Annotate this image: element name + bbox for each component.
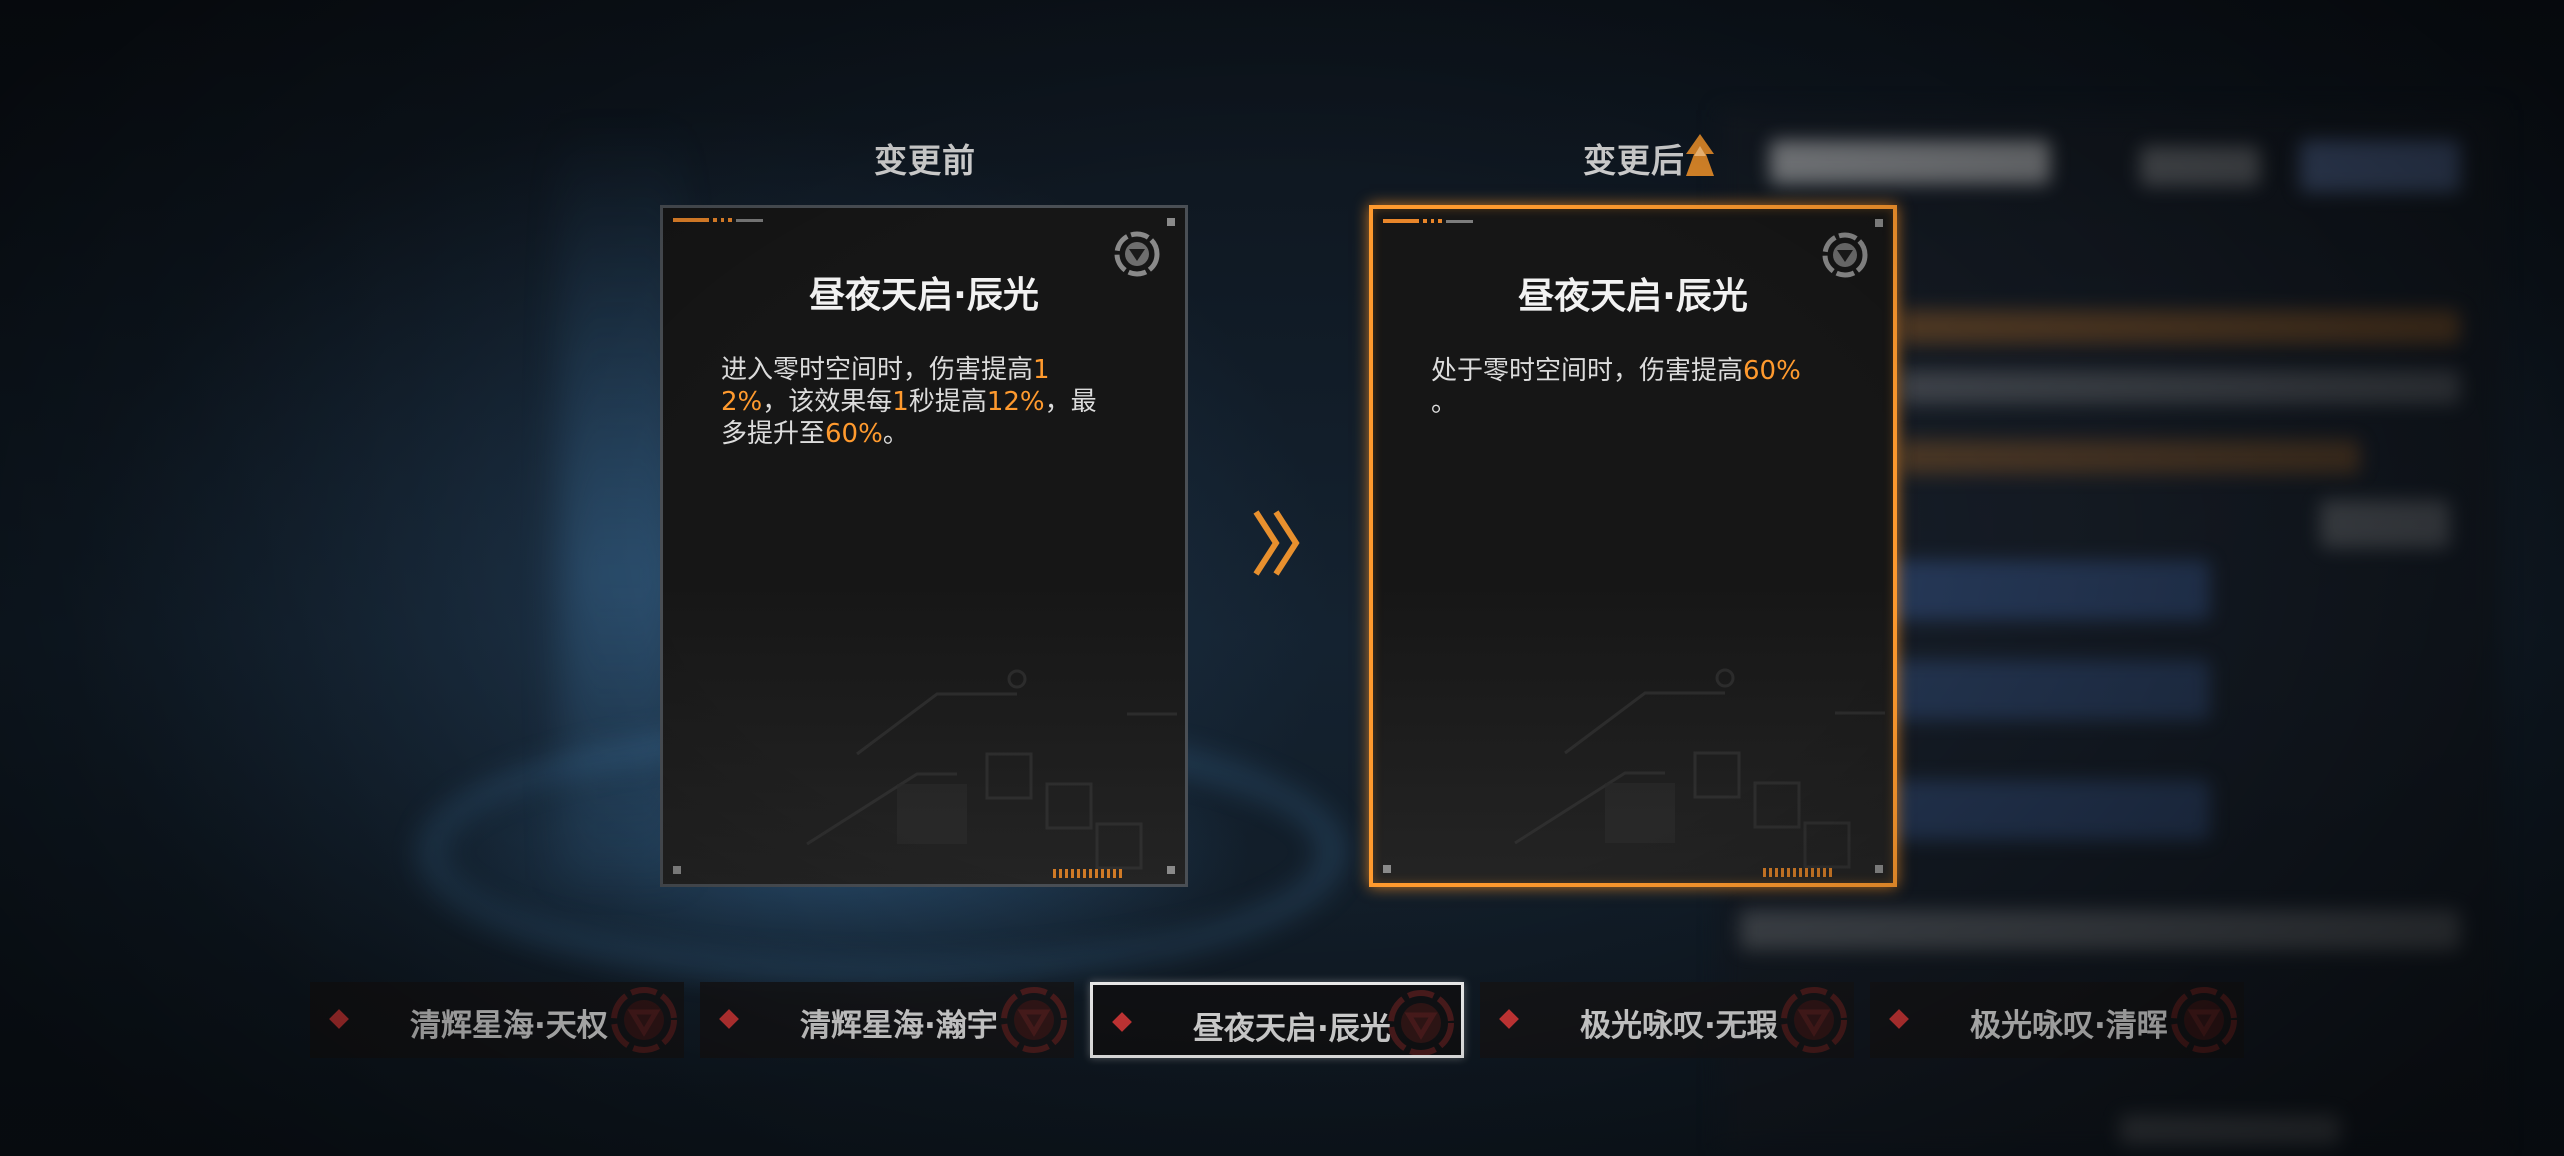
card-ticks xyxy=(1053,869,1122,878)
red-diamond-icon xyxy=(1889,1009,1909,1029)
triangle-gear-emblem-icon xyxy=(1388,990,1454,1055)
tab-label: 昼夜天启·辰光 xyxy=(1193,1011,1391,1047)
card-description: 处于零时空间时，伤害提高60%。 xyxy=(1431,356,1801,418)
card-name: 昼夜天启·辰光 xyxy=(1518,276,1748,317)
circuit-pattern xyxy=(806,669,1177,870)
blurred-element xyxy=(2320,500,2450,548)
red-diamond-icon xyxy=(329,1009,349,1029)
after-title: 变更后 xyxy=(1583,141,1685,180)
card-decoration xyxy=(1383,219,1473,223)
tab-jiguang-qinghui[interactable]: 极光咏叹·清晖 xyxy=(1870,982,2244,1058)
tab-label: 极光咏叹·清晖 xyxy=(1970,1008,2168,1044)
tab-qinghui-tianquan[interactable]: 清辉星海·天权 xyxy=(310,982,684,1058)
blurred-element xyxy=(2140,146,2260,186)
before-title: 变更前 xyxy=(874,141,976,180)
after-card: 昼夜天启·辰光 处于零时空间时，伤害提高60%。 xyxy=(1369,205,1897,887)
double-chevron-right-icon xyxy=(1253,510,1300,576)
card-decoration xyxy=(673,218,763,222)
blurred-element xyxy=(1900,440,2360,474)
screen: 变更前 变更后 昼夜天启·辰光 进入零时空间时，伤害提高12%，该效果每1秒提高… xyxy=(0,0,2564,1156)
chip-selector: 清辉星海·天权 清辉星海·瀚宇 昼夜天启·辰光 极光咏叹·无瑕 极光咏叹·清晖 xyxy=(310,982,2244,1058)
red-diamond-icon xyxy=(719,1009,739,1029)
triangle-gear-emblem-icon xyxy=(1781,987,1847,1053)
blurred-element xyxy=(1740,910,2460,950)
corner-marker xyxy=(1167,218,1175,226)
tab-label: 清辉星海·天权 xyxy=(410,1008,608,1044)
red-diamond-icon xyxy=(1499,1009,1519,1029)
before-card: 昼夜天启·辰光 进入零时空间时，伤害提高12%，该效果每1秒提高12%，最多提升… xyxy=(660,205,1188,887)
triangle-gear-emblem-icon xyxy=(2171,987,2237,1053)
blurred-element xyxy=(1900,370,2460,404)
blurred-element xyxy=(1770,140,2050,184)
blurred-element xyxy=(2300,140,2460,192)
blurred-element xyxy=(1900,310,2460,344)
card-description: 进入零时空间时，伤害提高12%，该效果每1秒提高12%，最多提升至60%。 xyxy=(721,355,1097,449)
tab-qinghui-hanyu[interactable]: 清辉星海·瀚宇 xyxy=(700,982,1074,1058)
triangle-gear-emblem-icon xyxy=(1001,987,1067,1053)
up-arrow-badge-icon xyxy=(1686,134,1714,176)
tab-zhouye-chenguang[interactable]: 昼夜天启·辰光 xyxy=(1090,982,1464,1058)
card-ticks xyxy=(1763,868,1832,877)
tab-label: 清辉星海·瀚宇 xyxy=(800,1008,998,1044)
tab-label: 极光咏叹·无瑕 xyxy=(1580,1008,1778,1044)
tab-jiguang-wuxia[interactable]: 极光咏叹·无瑕 xyxy=(1480,982,1854,1058)
card-name: 昼夜天启·辰光 xyxy=(809,275,1039,316)
circuit-pattern xyxy=(1514,668,1885,869)
red-diamond-icon xyxy=(1112,1012,1132,1032)
corner-marker xyxy=(1875,219,1883,227)
triangle-gear-emblem-icon xyxy=(611,987,677,1053)
blurred-element xyxy=(2120,1115,2340,1145)
